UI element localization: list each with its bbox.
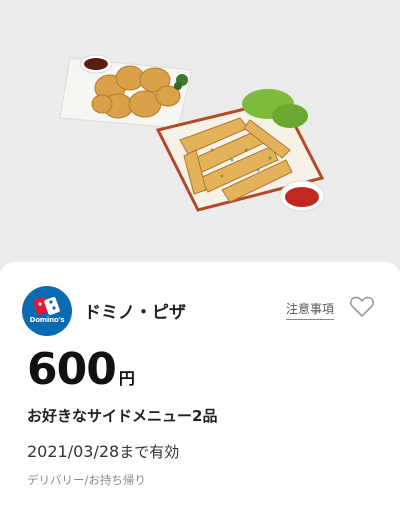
hero-image [0, 0, 400, 262]
coupon-card[interactable]: Domino's ドミノ・ピザ 注意事項 600 円 お好きなサイドメニュー2品 … [0, 262, 400, 527]
expiry-date: 2021/03/28 [27, 442, 120, 461]
domino-tile-icon [34, 296, 60, 315]
price-unit: 円 [118, 369, 135, 388]
coupon-description: お好きなサイドメニュー2品 [27, 407, 218, 425]
logo-text: Domino's [29, 315, 65, 324]
dominos-logo: Domino's [22, 286, 72, 336]
heart-icon[interactable] [349, 295, 375, 319]
expiry-text: 2021/03/28まで有効 [27, 441, 179, 462]
service-method: デリバリー/お持ち帰り [27, 473, 146, 487]
food-photo [59, 54, 325, 212]
brand-name: ドミノ・ピザ [84, 303, 186, 323]
price: 600 円 [27, 344, 135, 395]
price-value: 600 [27, 344, 117, 395]
expiry-suffix: まで有効 [119, 443, 180, 461]
notes-link[interactable]: 注意事項 [286, 300, 335, 320]
